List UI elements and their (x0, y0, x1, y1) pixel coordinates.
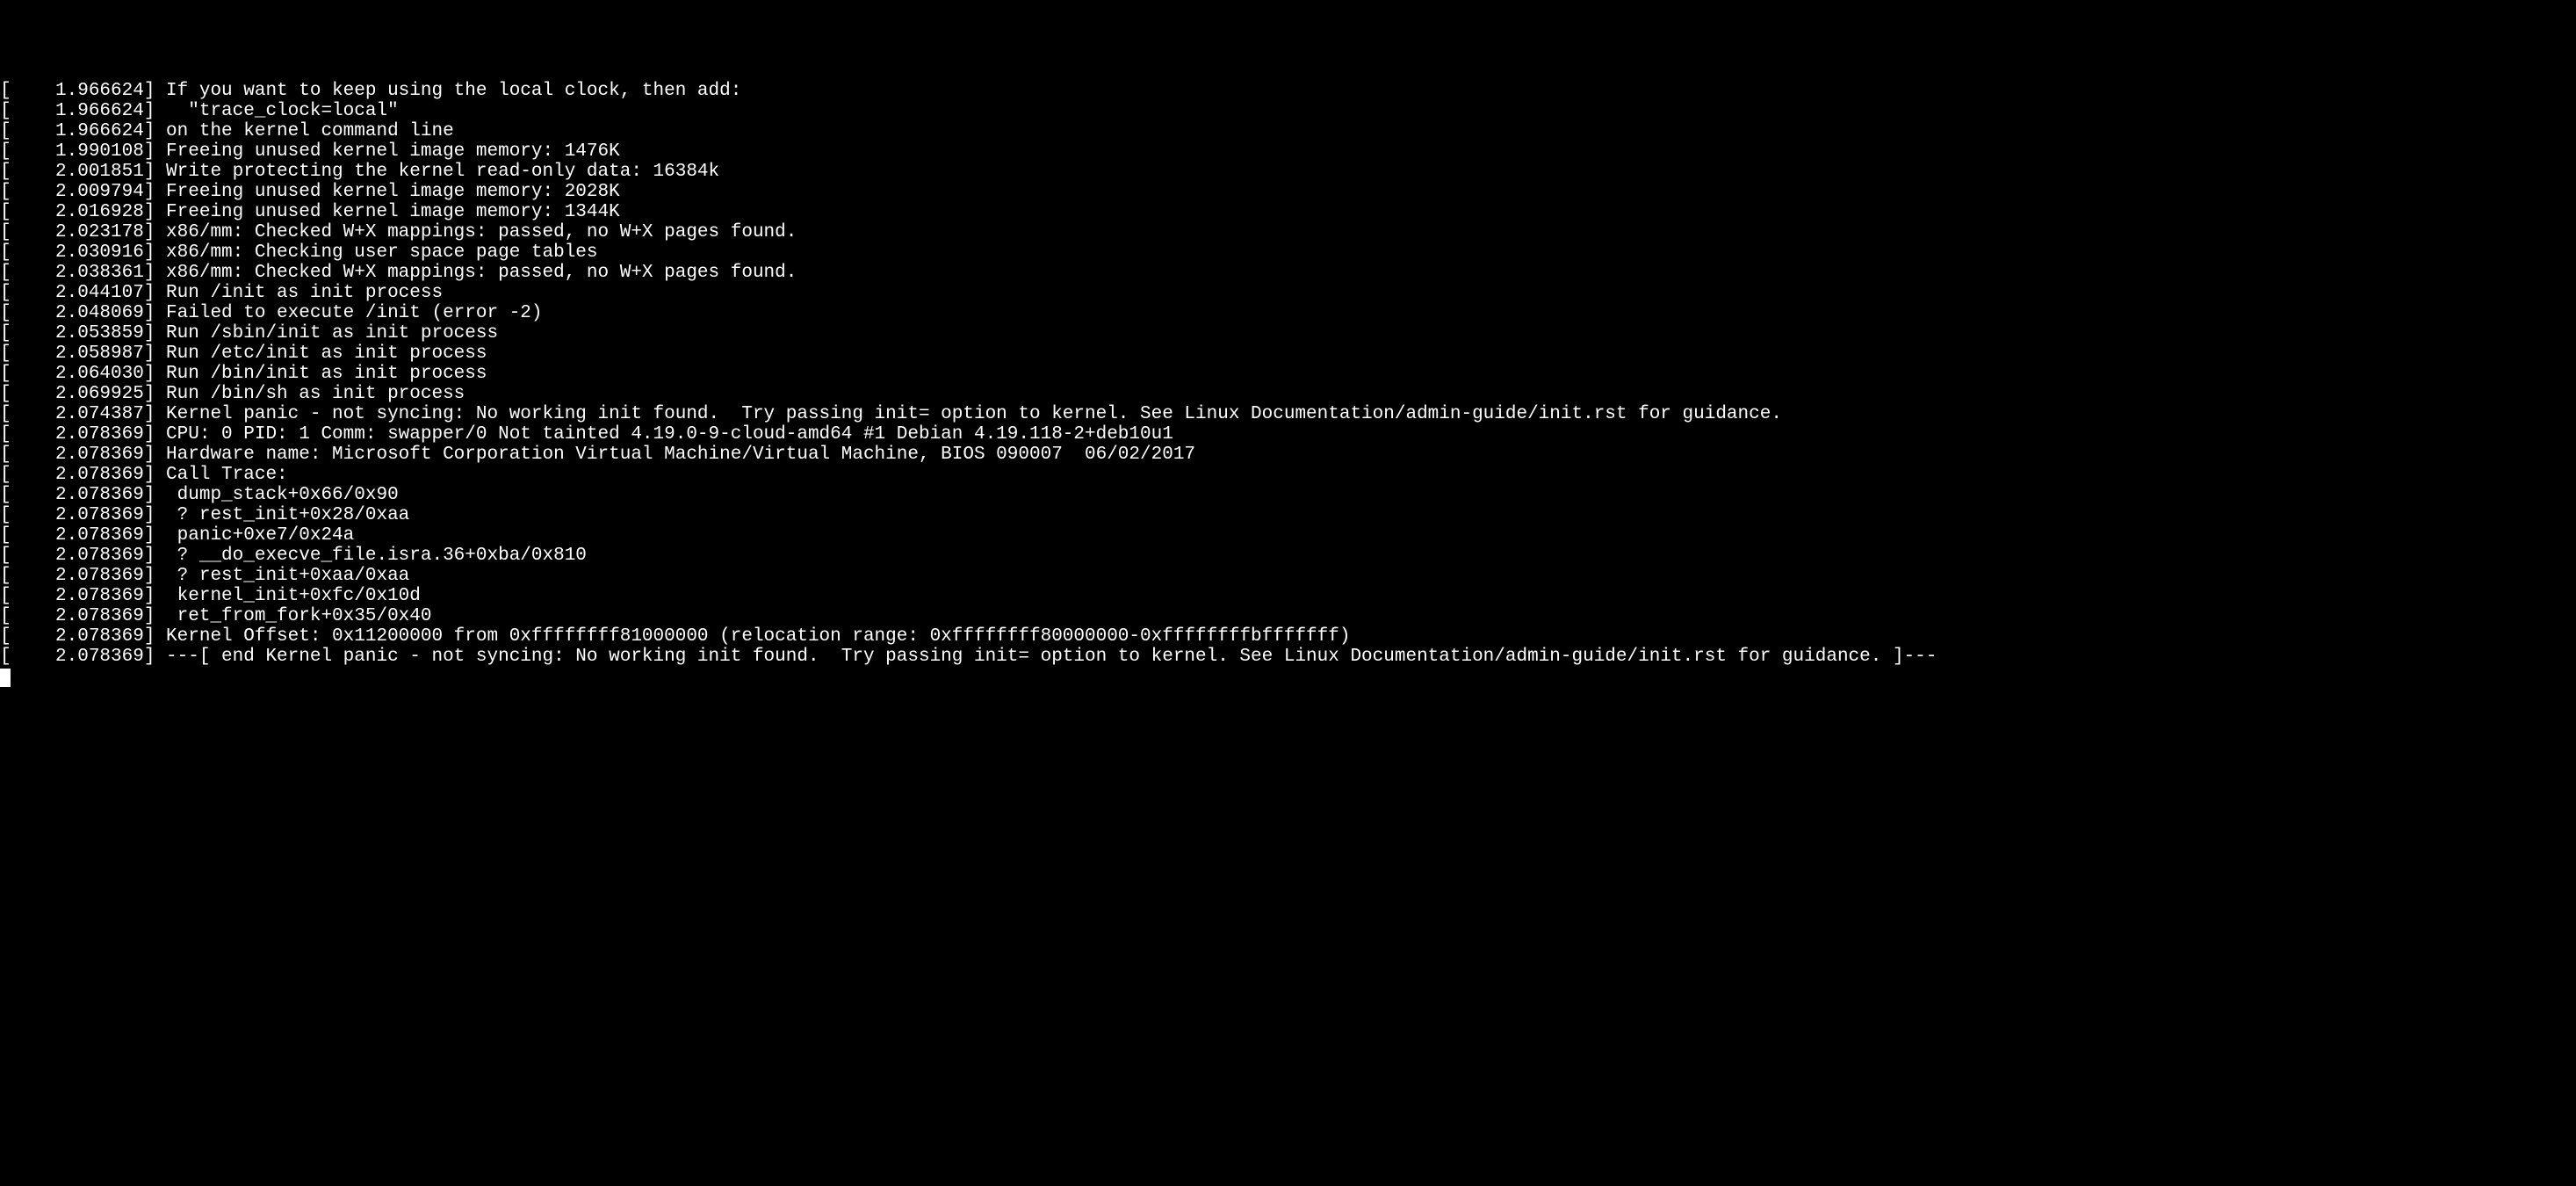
text-cursor (0, 669, 11, 687)
kernel-console-output: [ 1.966624] If you want to keep using th… (0, 81, 2576, 667)
